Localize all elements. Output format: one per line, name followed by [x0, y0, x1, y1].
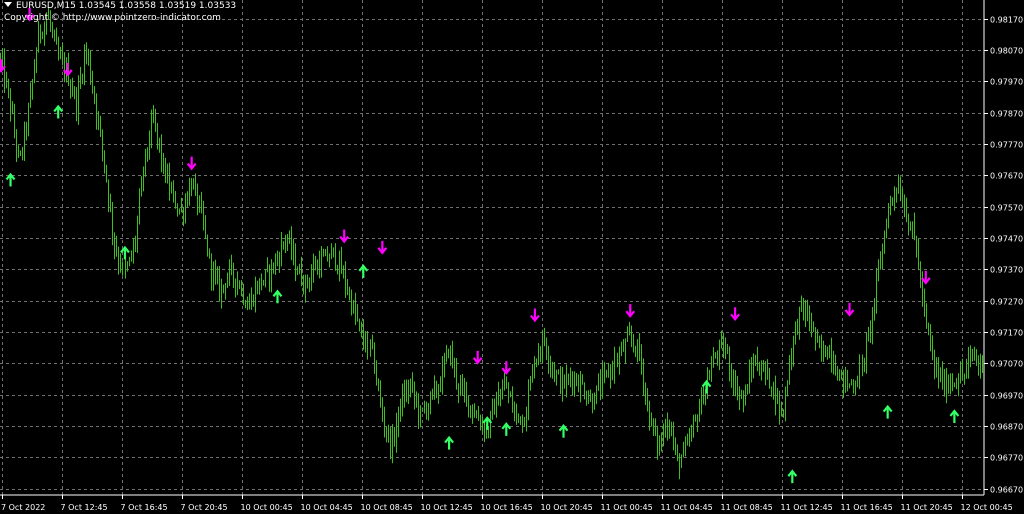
time-tick-label: 7 Oct 16:45	[121, 503, 168, 512]
time-tick-label: 11 Oct 20:45	[901, 503, 953, 512]
price-tick-label: 0.96870	[990, 423, 1023, 432]
price-tick-label: 0.96970	[990, 392, 1023, 401]
price-chart[interactable]: 0.98170 0.98070 0.97970 0.97870 0.97770 0.976…	[0, 0, 1024, 514]
time-tick-label: 10 Oct 16:45	[481, 503, 533, 512]
time-tick-label: 10 Oct 04:45	[301, 503, 353, 512]
time-tick-label: 11 Oct 04:45	[661, 503, 713, 512]
price-tick-label: 0.97470	[990, 235, 1023, 244]
collapse-triangle-icon[interactable]	[4, 2, 12, 7]
price-tick-label: 0.97770	[990, 141, 1023, 150]
time-tick-label: 10 Oct 20:45	[541, 503, 593, 512]
price-tick-label: 0.97970	[990, 78, 1023, 87]
price-tick-label: 0.96770	[990, 454, 1023, 463]
symbol-info-text: EURUSD,M15 1.03545 1.03558 1.03519 1.035…	[16, 1, 237, 11]
price-tick-label: 0.96670	[990, 486, 1023, 495]
time-tick-label: 11 Oct 08:45	[721, 503, 773, 512]
time-tick-label: 7 Oct 12:45	[61, 503, 108, 512]
time-tick-label: 7 Oct 2022	[1, 503, 45, 512]
price-tick-label: 0.97570	[990, 204, 1023, 213]
copyright-text: Copyright © http://www.pointzero-indicat…	[4, 13, 221, 23]
time-tick-label: 10 Oct 12:45	[421, 503, 473, 512]
time-tick-label: 11 Oct 12:45	[781, 503, 833, 512]
time-tick-label: 10 Oct 08:45	[361, 503, 413, 512]
price-tick-label: 0.97070	[990, 360, 1023, 369]
price-tick-label: 0.97870	[990, 110, 1023, 119]
time-tick-label: 11 Oct 00:45	[601, 503, 653, 512]
price-tick-label: 0.98070	[990, 47, 1023, 56]
chart-background	[0, 0, 1024, 514]
symbol-info-line: EURUSD,M15 1.03545 1.03558 1.03519 1.035…	[4, 1, 236, 11]
price-tick-label: 0.97170	[990, 329, 1023, 338]
price-tick-label: 0.98170	[990, 16, 1023, 25]
price-tick-label: 0.97270	[990, 298, 1023, 307]
price-tick-label: 0.97370	[990, 266, 1023, 275]
time-tick-label: 11 Oct 16:45	[841, 503, 893, 512]
price-tick-label: 0.97670	[990, 172, 1023, 181]
time-tick-label: 12 Oct 00:45	[961, 503, 1013, 512]
time-tick-label: 10 Oct 00:45	[241, 503, 293, 512]
time-tick-label: 7 Oct 20:45	[181, 503, 228, 512]
